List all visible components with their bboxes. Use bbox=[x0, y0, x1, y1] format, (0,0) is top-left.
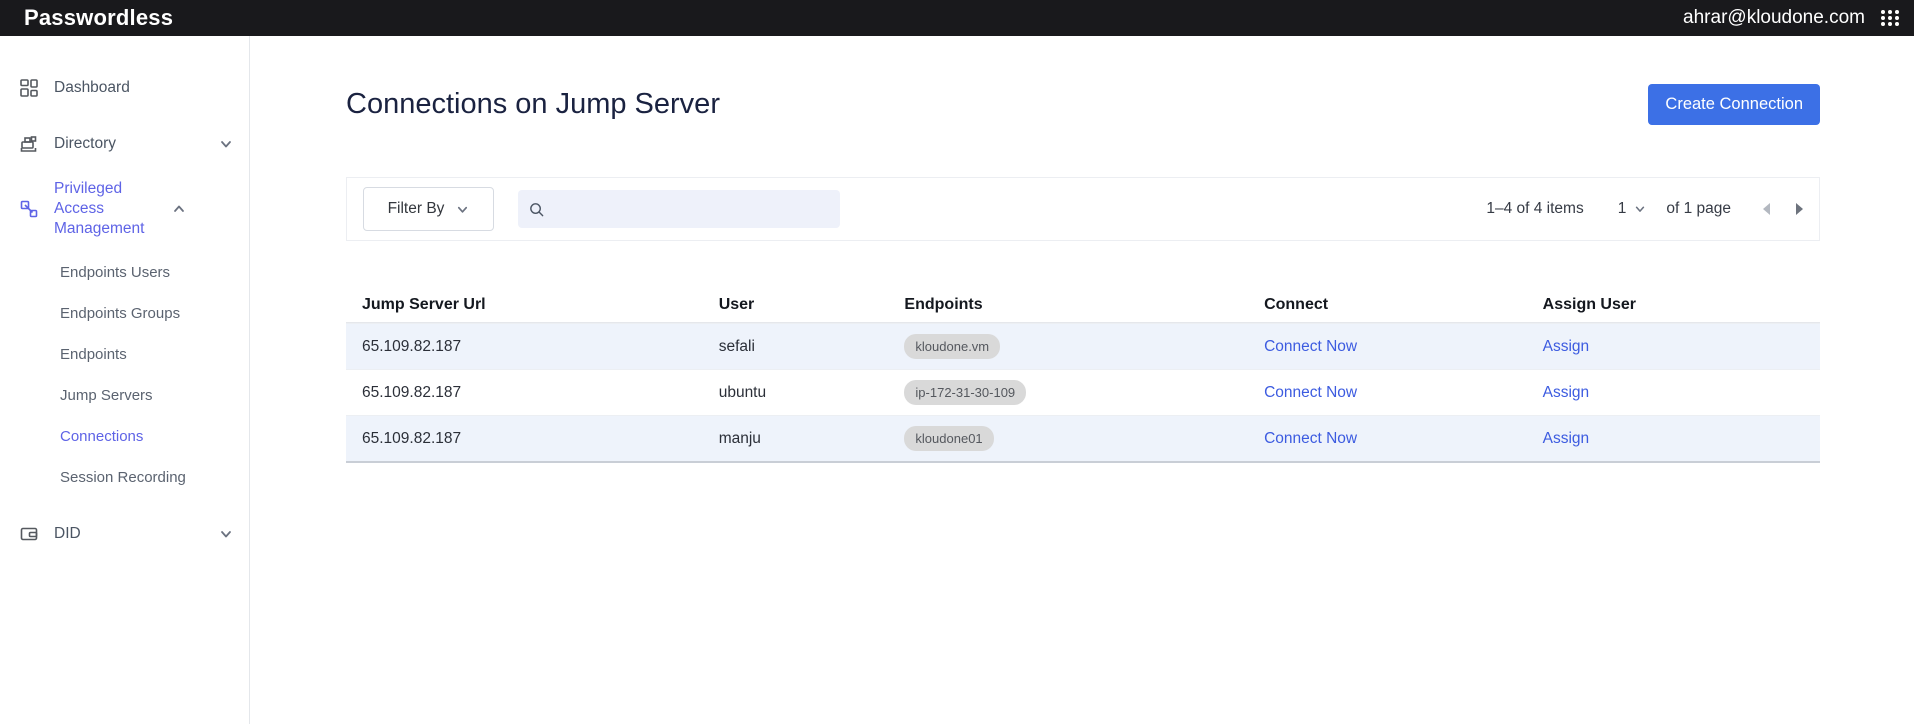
chevron-down-icon bbox=[456, 203, 469, 216]
assign-link[interactable]: Assign bbox=[1543, 338, 1590, 355]
assign-link[interactable]: Assign bbox=[1543, 430, 1590, 447]
connect-now-link[interactable]: Connect Now bbox=[1264, 338, 1357, 355]
user-email[interactable]: ahrar@kloudone.com bbox=[1683, 7, 1865, 29]
user-cell: manju bbox=[703, 430, 889, 448]
endpoint-chip: kloudone.vm bbox=[904, 334, 1000, 359]
table-header-row: Jump Server Url User Endpoints Connect A… bbox=[346, 287, 1820, 323]
pagination: 1–4 of 4 items 1 of 1 page bbox=[1486, 200, 1803, 218]
table-row: 65.109.82.187 sefali kloudone.vm Connect… bbox=[346, 323, 1820, 369]
sidebar-item-endpoints[interactable]: Endpoints bbox=[0, 334, 249, 375]
chevron-down-icon bbox=[1634, 203, 1646, 215]
column-header-endpoints: Endpoints bbox=[888, 296, 1248, 314]
next-page-button[interactable] bbox=[1796, 203, 1803, 215]
endpoint-chip: kloudone01 bbox=[904, 426, 993, 451]
chevron-up-icon bbox=[172, 202, 186, 216]
sidebar-item-label: Directory bbox=[54, 134, 219, 154]
search-input[interactable] bbox=[553, 201, 830, 218]
pagination-items-count: 1–4 of 4 items bbox=[1486, 200, 1583, 218]
privileged-access-icon bbox=[18, 198, 40, 220]
main-content: Connections on Jump Server Create Connec… bbox=[250, 36, 1914, 724]
sidebar-item-endpoints-groups[interactable]: Endpoints Groups bbox=[0, 293, 249, 334]
pagination-pages-text: of 1 page bbox=[1666, 200, 1731, 218]
page-number-dropdown[interactable]: 1 bbox=[1618, 200, 1647, 218]
search-box[interactable] bbox=[518, 190, 840, 228]
table-toolbar: Filter By 1–4 of 4 items 1 bbox=[346, 177, 1820, 241]
filter-by-dropdown[interactable]: Filter By bbox=[363, 187, 494, 231]
column-header-user: User bbox=[703, 296, 889, 314]
connect-now-link[interactable]: Connect Now bbox=[1264, 384, 1357, 401]
previous-page-button[interactable] bbox=[1763, 203, 1770, 215]
table-row: 65.109.82.187 manju kloudone01 Connect N… bbox=[346, 415, 1820, 461]
jump-server-url-cell: 65.109.82.187 bbox=[346, 430, 703, 448]
column-header-connect: Connect bbox=[1248, 296, 1527, 314]
page-title: Connections on Jump Server bbox=[346, 88, 720, 121]
sidebar-item-label: Dashboard bbox=[54, 78, 233, 98]
top-bar: Passwordless ahrar@kloudone.com bbox=[0, 0, 1914, 36]
sidebar-item-jump-servers[interactable]: Jump Servers bbox=[0, 375, 249, 416]
sidebar-item-session-recording[interactable]: Session Recording bbox=[0, 457, 249, 498]
chevron-down-icon bbox=[219, 137, 233, 151]
sidebar-item-connections[interactable]: Connections bbox=[0, 416, 249, 457]
sidebar-item-directory[interactable]: Directory bbox=[0, 122, 249, 166]
sidebar-item-privileged-access-management[interactable]: Privileged Access Management bbox=[0, 178, 249, 240]
sidebar: Dashboard Directory bbox=[0, 36, 250, 724]
apps-grid-icon[interactable] bbox=[1881, 10, 1900, 26]
user-cell: sefali bbox=[703, 338, 889, 356]
sidebar-item-dashboard[interactable]: Dashboard bbox=[0, 66, 249, 110]
directory-icon bbox=[18, 133, 40, 155]
wallet-icon bbox=[18, 523, 40, 545]
dashboard-icon bbox=[18, 77, 40, 99]
connect-now-link[interactable]: Connect Now bbox=[1264, 430, 1357, 447]
sidebar-item-did[interactable]: DID bbox=[0, 512, 249, 556]
page-number-value: 1 bbox=[1618, 200, 1627, 218]
sidebar-item-endpoints-users[interactable]: Endpoints Users bbox=[0, 252, 249, 293]
search-icon bbox=[528, 201, 545, 218]
sidebar-item-label: Privileged Access Management bbox=[54, 179, 172, 239]
chevron-down-icon bbox=[219, 527, 233, 541]
assign-link[interactable]: Assign bbox=[1543, 384, 1590, 401]
filter-by-label: Filter By bbox=[388, 200, 445, 218]
brand-logo[interactable]: Passwordless bbox=[24, 5, 173, 31]
jump-server-url-cell: 65.109.82.187 bbox=[346, 384, 703, 402]
user-cell: ubuntu bbox=[703, 384, 889, 402]
endpoint-chip: ip-172-31-30-109 bbox=[904, 380, 1026, 405]
sidebar-item-label: DID bbox=[54, 524, 219, 544]
column-header-assign-user: Assign User bbox=[1527, 296, 1820, 314]
jump-server-url-cell: 65.109.82.187 bbox=[346, 338, 703, 356]
connections-table: Jump Server Url User Endpoints Connect A… bbox=[346, 287, 1820, 463]
column-header-jump-server-url: Jump Server Url bbox=[346, 296, 703, 314]
create-connection-button[interactable]: Create Connection bbox=[1648, 84, 1820, 125]
table-row: 65.109.82.187 ubuntu ip-172-31-30-109 Co… bbox=[346, 369, 1820, 415]
